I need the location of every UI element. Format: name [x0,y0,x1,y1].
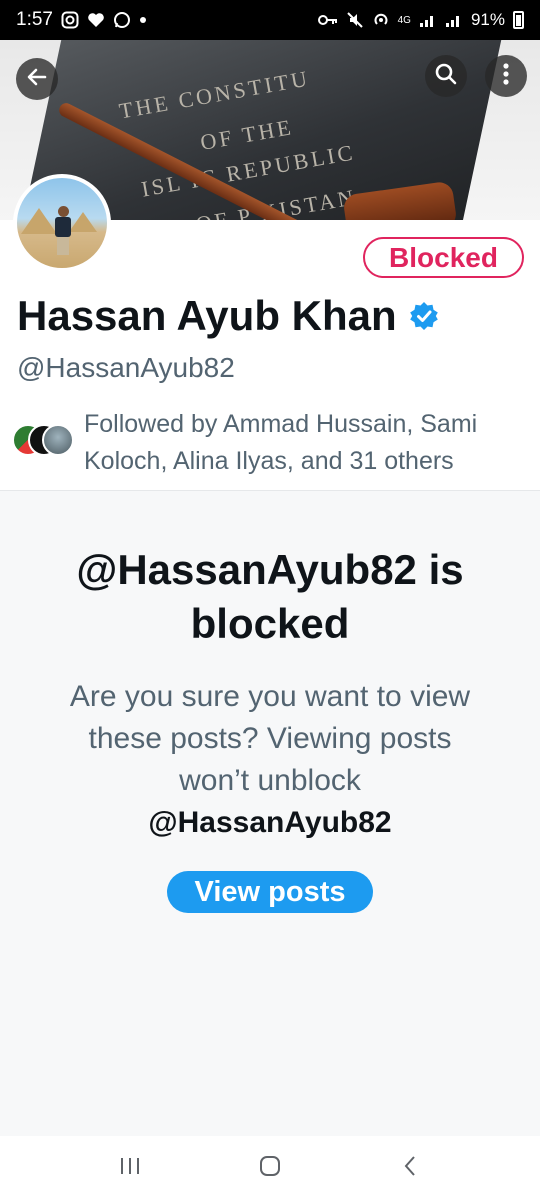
mute-icon [346,11,364,29]
hotspot-icon [372,11,390,29]
recents-icon [119,1156,141,1181]
status-bar: 1:57 4G 91% [0,0,540,40]
avatar[interactable] [13,174,111,272]
view-posts-button[interactable]: View posts [167,871,373,913]
blocked-button[interactable]: Blocked [363,237,524,278]
avatar-person [55,206,71,256]
instagram-icon [61,11,79,29]
recents-button[interactable] [100,1148,160,1188]
avatar-pyramid [69,212,97,232]
system-back-button[interactable] [380,1148,440,1188]
blocked-notice-title: @HassanAyub82 is blocked [76,546,464,647]
follower-avatar [42,424,74,456]
system-nav-bar [0,1136,540,1200]
signal-icon-2 [445,12,463,28]
heart-icon [87,12,105,28]
whatsapp-icon [113,11,131,29]
network-type: 4G [397,14,411,26]
home-button[interactable] [240,1148,300,1188]
blocked-notice-text: Are you sure you want to view these post… [69,680,471,797]
battery-icon [513,11,524,29]
signal-icon [419,12,437,28]
home-icon [259,1155,281,1182]
profile-name-row: Hassan Ayub Khan [17,292,439,340]
followed-by[interactable]: Followed by Ammad Hussain, Sami Koloch, … [12,406,534,480]
status-time: 1:57 [16,9,53,30]
follower-avatars [12,424,76,460]
chevron-left-icon [403,1155,417,1182]
verified-badge-icon [409,301,439,331]
back-button[interactable] [16,58,58,100]
profile-handle: @HassanAyub82 [17,352,235,383]
profile-name: Hassan Ayub Khan [17,292,397,339]
battery-percent: 91% [470,10,505,29]
search-button[interactable] [425,55,467,97]
search-icon [434,62,458,91]
blocked-notice-handle: @HassanAyub82 [148,806,392,839]
dot-icon [139,16,147,24]
back-arrow-icon [25,65,49,94]
followed-by-text: Followed by Ammad Hussain, Sami Koloch, … [84,410,478,475]
more-options-button[interactable] [485,55,527,97]
avatar-pyramid [21,208,57,234]
key-icon [317,14,338,26]
blocked-notice-description: Are you sure you want to view these post… [60,676,480,844]
more-vertical-icon [502,62,510,91]
